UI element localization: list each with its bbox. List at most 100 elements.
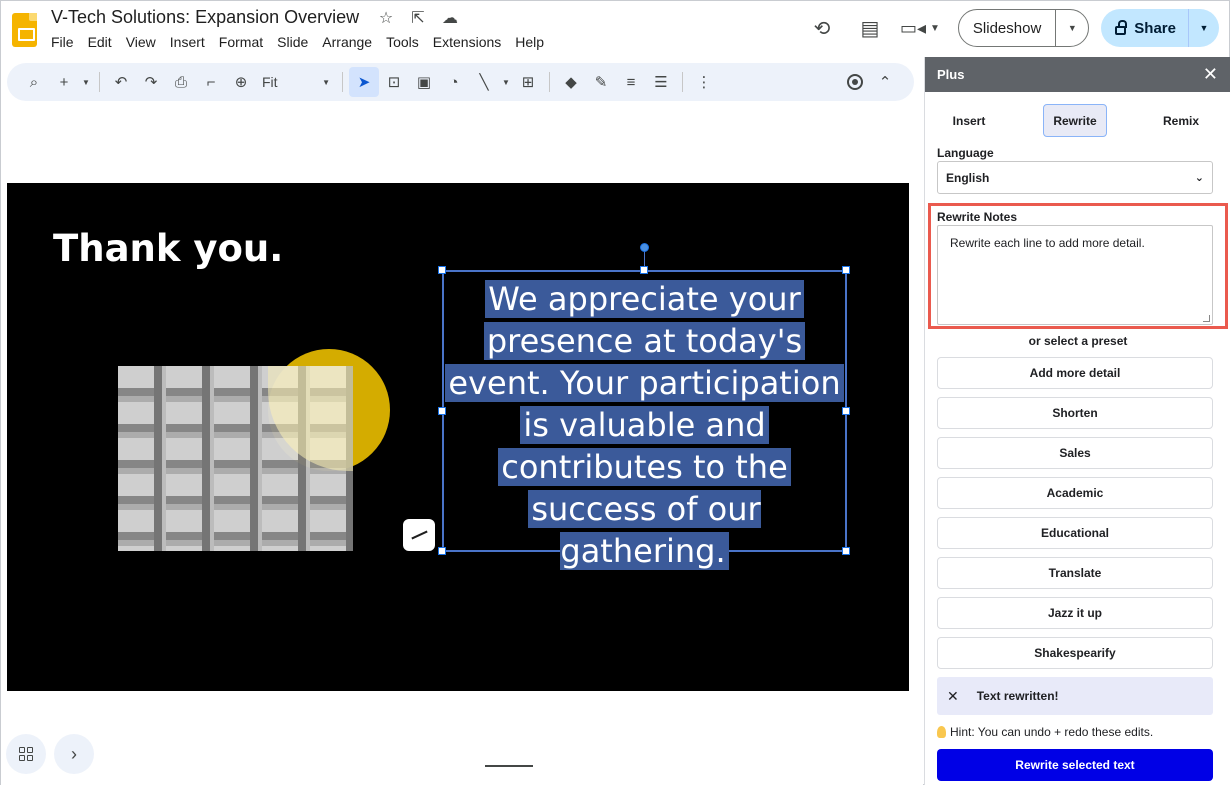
preset-translate-button[interactable]: Translate	[937, 557, 1213, 589]
line-dropdown-icon[interactable]: ▼	[499, 67, 513, 97]
star-icon[interactable]: ☆	[375, 8, 397, 28]
tab-insert[interactable]: Insert	[937, 104, 1001, 137]
close-icon[interactable]: ✕	[1203, 64, 1218, 85]
slide[interactable]: Thank you. We appreciate your presence a…	[7, 183, 909, 691]
divider	[549, 72, 550, 92]
hide-spelling-icon[interactable]	[403, 519, 435, 551]
menu-arrange[interactable]: Arrange	[322, 34, 372, 50]
language-select[interactable]: English ⌄	[937, 161, 1213, 194]
tab-remix[interactable]: Remix	[1149, 104, 1213, 137]
menu-tools[interactable]: Tools	[386, 34, 419, 50]
slideshow-button[interactable]: Slideshow	[959, 10, 1057, 46]
zoom-value: Fit	[262, 74, 278, 90]
lock-icon	[1115, 19, 1128, 35]
text-box-icon[interactable]: ⊡	[379, 67, 409, 97]
menu-view[interactable]: View	[126, 34, 156, 50]
comment-add-icon[interactable]: ⊞	[513, 67, 543, 97]
collapse-toolbar-icon[interactable]: ⌃	[870, 67, 900, 97]
line-icon[interactable]: ╲	[469, 67, 499, 97]
text-line: presence at today's	[483, 322, 806, 360]
plus-addon-panel: Plus ✕ Insert Rewrite Remix Language Eng…	[924, 57, 1230, 785]
menu-help[interactable]: Help	[515, 34, 544, 50]
dismiss-icon[interactable]: ✕	[947, 688, 959, 705]
rewrite-notes-textarea[interactable]: Rewrite each line to add more detail.	[937, 225, 1213, 325]
share-button[interactable]: Share	[1101, 9, 1189, 47]
video-camera-icon: ▭◂	[899, 17, 927, 38]
status-banner: ✕ Text rewritten!	[937, 677, 1213, 715]
rotate-handle[interactable]	[640, 243, 649, 252]
fill-color-icon[interactable]: ◆	[556, 67, 586, 97]
move-folder-icon[interactable]: ⇱	[407, 8, 429, 28]
preset-academic-button[interactable]: Academic	[937, 477, 1213, 509]
paint-format-icon[interactable]: ⌐	[196, 67, 226, 97]
menu-edit[interactable]: Edit	[88, 34, 112, 50]
border-color-icon[interactable]: ✎	[586, 67, 616, 97]
menu-extensions[interactable]: Extensions	[433, 34, 501, 50]
hint: Hint: You can undo + redo these edits.	[937, 725, 1153, 739]
language-value: English	[946, 170, 990, 185]
divider	[99, 72, 100, 92]
chevron-right-icon: ›	[71, 743, 77, 764]
selected-body-text[interactable]: We appreciate your presence at today's e…	[444, 278, 845, 572]
resize-handle-n[interactable]	[640, 266, 648, 274]
preset-educational-button[interactable]: Educational	[937, 517, 1213, 549]
preset-shorten-button[interactable]: Shorten	[937, 397, 1213, 429]
slide-canvas: Thank you. We appreciate your presence a…	[1, 107, 923, 785]
grid-view-button[interactable]	[6, 734, 46, 774]
new-slide-icon[interactable]: +	[49, 67, 79, 97]
preset-jazz-it-up-button[interactable]: Jazz it up	[937, 597, 1213, 629]
document-title[interactable]: V-Tech Solutions: Expansion Overview	[51, 7, 359, 28]
menu-insert[interactable]: Insert	[170, 34, 205, 50]
zoom-select[interactable]: Fit ▼	[256, 74, 336, 90]
preset-sales-button[interactable]: Sales	[937, 437, 1213, 469]
text-line: contributes to the	[498, 448, 791, 486]
slide-title[interactable]: Thank you.	[53, 227, 283, 270]
preset-label: or select a preset	[1028, 334, 1128, 348]
cloud-status-icon[interactable]: ☁	[439, 8, 461, 28]
menu-format[interactable]: Format	[219, 34, 263, 50]
bottom-controls: ›	[6, 734, 94, 774]
panel-header: Plus ✕	[925, 57, 1230, 92]
share-button-group: Share ▼	[1101, 9, 1219, 47]
comments-icon[interactable]: ▤	[852, 10, 888, 46]
divider	[682, 72, 683, 92]
app-window: V-Tech Solutions: Expansion Overview ☆ ⇱…	[0, 0, 1230, 785]
speaker-notes-drag-handle[interactable]	[485, 765, 533, 767]
rewrite-selected-text-button[interactable]: Rewrite selected text	[937, 749, 1213, 781]
new-slide-dropdown-icon[interactable]: ▼	[79, 67, 93, 97]
panel-title: Plus	[937, 67, 965, 82]
shape-icon[interactable]: ◔	[439, 67, 469, 97]
undo-icon[interactable]: ↶	[106, 67, 136, 97]
more-options-icon[interactable]: ⋮	[689, 67, 719, 97]
version-history-icon[interactable]: ⟲	[804, 10, 840, 46]
expand-filmstrip-button[interactable]: ›	[54, 734, 94, 774]
border-weight-icon[interactable]: ≡	[616, 67, 646, 97]
zoom-icon[interactable]: ⊕	[226, 67, 256, 97]
slideshow-dropdown-icon[interactable]: ▼	[1056, 10, 1088, 46]
search-menus-icon[interactable]: ⌕	[19, 67, 49, 97]
image-icon[interactable]: ▣	[409, 67, 439, 97]
redo-icon[interactable]: ↷	[136, 67, 166, 97]
print-icon[interactable]: ⎙	[166, 67, 196, 97]
building-image[interactable]	[118, 366, 353, 551]
divider	[342, 72, 343, 92]
border-dash-icon[interactable]: ☰	[646, 67, 676, 97]
slides-logo-icon[interactable]	[12, 13, 37, 47]
preset-shakespearify-button[interactable]: Shakespearify	[937, 637, 1213, 669]
slideshow-button-group: Slideshow ▼	[957, 9, 1090, 47]
share-dropdown-icon[interactable]: ▼	[1189, 9, 1219, 47]
share-label: Share	[1134, 19, 1176, 37]
menu-slide[interactable]: Slide	[277, 34, 308, 50]
resize-handle-ne[interactable]	[842, 266, 850, 274]
resize-handle-nw[interactable]	[438, 266, 446, 274]
meet-button[interactable]: ▭◂ ▼	[900, 18, 940, 39]
select-cursor-icon[interactable]: ➤	[349, 67, 379, 97]
tab-rewrite[interactable]: Rewrite	[1043, 104, 1107, 137]
rewrite-notes-label: Rewrite Notes	[937, 210, 1018, 224]
record-icon[interactable]	[840, 67, 870, 97]
title-actions: ☆ ⇱ ☁	[375, 8, 461, 28]
menu-bar: File Edit View Insert Format Slide Arran…	[51, 34, 558, 50]
menu-file[interactable]: File	[51, 34, 74, 50]
preset-add-more-detail-button[interactable]: Add more detail	[937, 357, 1213, 389]
top-right-actions: ⟲ ▤ ▭◂ ▼ Slideshow ▼ Share ▼	[804, 9, 1219, 47]
